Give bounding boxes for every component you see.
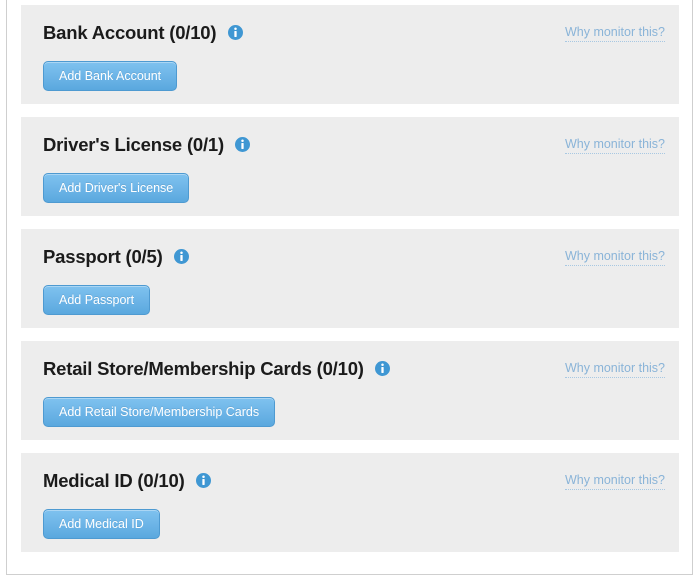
card-title: Driver's License (0/1) [43, 134, 224, 155]
card-header: Passport (0/5) Why monitor this? [43, 245, 665, 271]
monitored-item-card-4: Medical ID (0/10) Why monitor this? Add … [21, 453, 679, 552]
why-monitor-this-link[interactable]: Why monitor this? [564, 472, 665, 490]
why-monitor-this-link[interactable]: Why monitor this? [564, 360, 665, 378]
why-monitor-this-link[interactable]: Why monitor this? [564, 136, 665, 154]
monitored-item-card-3: Retail Store/Membership Cards (0/10) Why… [21, 341, 679, 440]
add-item-button-4[interactable]: Add Medical ID [43, 509, 160, 539]
info-circle-icon[interactable] [235, 136, 251, 152]
card-title: Passport (0/5) [43, 246, 163, 267]
card-header: Medical ID (0/10) Why monitor this? [43, 469, 665, 495]
why-monitor-this-link[interactable]: Why monitor this? [564, 24, 665, 42]
info-circle-icon[interactable] [227, 24, 243, 40]
card-header: Retail Store/Membership Cards (0/10) Why… [43, 357, 665, 383]
card-header: Bank Account (0/10) Why monitor this? [43, 21, 665, 47]
add-item-button-2[interactable]: Add Passport [43, 285, 151, 315]
monitored-items-list: Bank Account (0/10) Why monitor this? Ad… [21, 5, 679, 565]
card-title: Medical ID (0/10) [43, 470, 185, 491]
card-title: Bank Account (0/10) [43, 22, 217, 43]
monitored-item-card-1: Driver's License (0/1) Why monitor this?… [21, 117, 679, 216]
add-item-button-1[interactable]: Add Driver's License [43, 173, 190, 203]
why-monitor-this-link[interactable]: Why monitor this? [564, 248, 665, 266]
info-circle-icon[interactable] [196, 472, 212, 488]
add-item-button-0[interactable]: Add Bank Account [43, 61, 178, 91]
card-header: Driver's License (0/1) Why monitor this? [43, 133, 665, 159]
monitored-item-card-0: Bank Account (0/10) Why monitor this? Ad… [21, 5, 679, 104]
add-item-button-3[interactable]: Add Retail Store/Membership Cards [43, 397, 276, 427]
monitored-items-panel: Bank Account (0/10) Why monitor this? Ad… [6, 0, 693, 575]
monitored-item-card-2: Passport (0/5) Why monitor this? Add Pas… [21, 229, 679, 328]
info-circle-icon[interactable] [174, 248, 189, 264]
card-title: Retail Store/Membership Cards (0/10) [43, 358, 364, 379]
info-circle-icon[interactable] [375, 360, 391, 376]
